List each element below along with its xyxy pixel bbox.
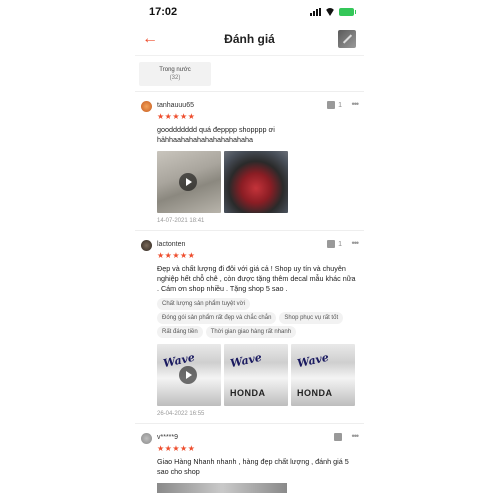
status-time: 17:02 — [149, 6, 178, 18]
play-icon[interactable] — [179, 366, 197, 384]
review-tags: Chất lượng sản phẩm tuyệt vời Đóng gói s… — [157, 298, 356, 338]
filter-count: (32) — [169, 75, 181, 81]
thumbs-up-icon — [327, 101, 336, 109]
decal-honda-text: HONDA — [230, 388, 266, 398]
review-tag: Thời gian giao hàng rất nhanh — [205, 326, 297, 338]
like-count: 1 — [338, 240, 342, 248]
wifi-icon — [325, 8, 335, 16]
review-tag: Đóng gói sản phẩm rất đẹp và chắc chắn — [157, 312, 277, 324]
review-date: 26-04-2022 16:55 — [157, 411, 205, 417]
signal-icon — [310, 8, 321, 16]
review-item: tanhauuu65 1 ••• ★★★★★ gooddddddd quá đe… — [135, 98, 364, 231]
more-icon[interactable]: ••• — [352, 99, 360, 109]
page-title: Đánh giá — [224, 32, 275, 46]
thumbs-up-icon — [327, 240, 336, 248]
avatar[interactable] — [141, 101, 152, 112]
review-tag: Shop phục vụ rất tốt — [279, 312, 344, 324]
filter-label: Trong nước — [159, 67, 191, 73]
review-media — [157, 151, 364, 213]
decal-wave-text: Wave — [228, 350, 263, 371]
battery-icon — [339, 8, 356, 16]
review-username[interactable]: tanhauuu65 — [157, 102, 194, 109]
review-content: Giao Hàng Nhanh nhanh , hàng đẹp chất lư… — [157, 457, 349, 476]
review-video[interactable] — [157, 151, 221, 213]
review-content: gooddddddd quá đepppp shopppp ơi hảhhaah… — [157, 125, 275, 144]
star-rating: ★★★★★ — [157, 251, 196, 260]
avatar[interactable] — [141, 433, 152, 444]
review-date: 14-07-2021 18:41 — [157, 218, 205, 224]
review-image[interactable]: Wave HONDA — [291, 344, 355, 406]
like-button[interactable] — [334, 433, 342, 441]
avatar[interactable] — [141, 240, 152, 251]
review-image[interactable]: Wave HONDA — [224, 344, 288, 406]
review-image[interactable] — [157, 483, 287, 493]
review-tag: Rất đáng tiền — [157, 326, 203, 338]
play-icon[interactable] — [179, 173, 197, 191]
review-tag: Chất lượng sản phẩm tuyệt vời — [157, 298, 250, 310]
filter-row: Trong nước (32) — [135, 56, 364, 92]
status-bar: 17:02 — [135, 0, 364, 24]
review-video[interactable]: Wave — [157, 344, 221, 406]
review-item: lactonten 1 ••• ★★★★★ Đẹp và chất lượng … — [135, 237, 364, 424]
thumbs-up-icon — [334, 433, 342, 441]
product-thumbnail[interactable] — [338, 30, 356, 48]
status-icons — [310, 8, 356, 16]
star-rating: ★★★★★ — [157, 112, 196, 121]
review-content: Đẹp và chất lượng đi đôi với giá cả ! Sh… — [157, 264, 356, 293]
like-button[interactable]: 1 — [327, 240, 342, 248]
decal-wave-text: Wave — [295, 350, 330, 371]
more-icon[interactable]: ••• — [352, 431, 360, 441]
review-image[interactable] — [224, 151, 288, 213]
more-icon[interactable]: ••• — [352, 238, 360, 248]
review-username[interactable]: lactonten — [157, 241, 185, 248]
decal-honda-text: HONDA — [297, 388, 333, 398]
phone-screen: 17:02 ← Đánh giá Trong nước (32) tanhauu… — [135, 0, 364, 499]
review-username[interactable]: v*****9 — [157, 434, 178, 441]
star-rating: ★★★★★ — [157, 444, 196, 453]
like-button[interactable]: 1 — [327, 101, 342, 109]
review-item: v*****9 ••• ★★★★★ Giao Hàng Nhanh nhanh … — [135, 430, 364, 493]
like-count: 1 — [338, 101, 342, 109]
filter-domestic-chip[interactable]: Trong nước (32) — [139, 62, 211, 86]
header: ← Đánh giá — [135, 24, 364, 56]
review-media: Wave Wave HONDA Wave HONDA — [157, 344, 364, 406]
